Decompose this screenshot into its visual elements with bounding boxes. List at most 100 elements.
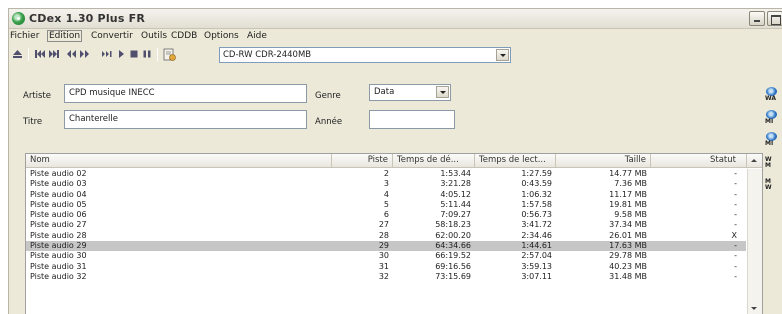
menu-outils[interactable]: Outils: [141, 31, 167, 41]
cell-piste: 4: [383, 189, 389, 199]
cell-temps-lecture: 3:59.13: [521, 261, 552, 271]
year-label: Année: [315, 117, 343, 127]
cell-piste: 2: [383, 169, 389, 178]
cell-temps-lecture: 1:57.58: [521, 199, 552, 209]
cell-statut: -: [734, 271, 737, 281]
cell-statut: X: [731, 230, 737, 240]
table-row[interactable]: Piste audio 04 4 4:05.12 1:06.32 11.17 MB -: [26, 190, 746, 200]
minimize-button[interactable]: [749, 11, 765, 26]
genre-label: Genre: [315, 91, 341, 101]
track-table[interactable]: Nom Piste Temps de dé... Temps de lect..…: [25, 153, 763, 314]
artist-label: Artiste: [23, 91, 51, 101]
mp3-wav-icon[interactable]: M W: [765, 178, 782, 199]
cell-taille: 19.81 MB: [609, 199, 647, 209]
cell-nom: Piste audio 31: [30, 261, 87, 271]
cell-statut: -: [734, 261, 737, 271]
cell-temps-debut: 1:53.44: [440, 169, 471, 178]
cell-taille: 14.77 MB: [609, 169, 647, 178]
menu-fichier[interactable]: Fichier: [10, 31, 39, 41]
table-row[interactable]: Piste audio 30 30 66:19.52 2:57.04 29.78 MB -: [26, 251, 746, 261]
wav-to-mp3-icon[interactable]: WA: [765, 87, 782, 107]
column-header-statut[interactable]: Statut: [651, 154, 747, 168]
side-toolbar: WA MI MI W M M W: [763, 87, 782, 247]
cdex-disc-icon: [12, 12, 25, 25]
cell-nom: Piste audio 28: [30, 230, 87, 240]
menu-cddb[interactable]: CDDB: [171, 31, 197, 41]
last-track-icon[interactable]: [48, 49, 60, 59]
cell-nom: Piste audio 04: [30, 189, 87, 199]
year-field[interactable]: [369, 110, 455, 129]
drive-select[interactable]: CD-RW CDR-2440MB: [219, 47, 511, 63]
wav-mp3-icon[interactable]: W M: [765, 156, 782, 177]
midi-icon[interactable]: MI: [765, 132, 782, 152]
scroll-down-button[interactable]: [748, 302, 761, 314]
table-row[interactable]: Piste audio 02 2 1:53.44 1:27.59 14.77 MB -: [26, 169, 746, 179]
cell-piste: 30: [378, 251, 389, 261]
cell-piste: 6: [383, 210, 389, 220]
cell-piste: 5: [383, 199, 389, 209]
cell-temps-lecture: 1:27.59: [521, 169, 552, 178]
table-row[interactable]: Piste audio 05 5 5:11.44 1:57.58 19.81 MB -: [26, 200, 746, 210]
cell-statut: -: [734, 199, 737, 209]
table-row[interactable]: Piste audio 32 32 73:15.69 3:07.11 31.48 MB -: [26, 272, 746, 282]
table-row[interactable]: Piste audio 29 29 64:34.66 1:44.61 17.63 MB -: [26, 241, 746, 252]
genre-value: Data: [374, 87, 395, 97]
menu-options[interactable]: Options: [204, 31, 239, 41]
column-header-piste[interactable]: Piste: [332, 154, 393, 168]
cell-statut: -: [734, 210, 737, 220]
cell-nom: Piste audio 32: [30, 271, 87, 281]
toolbar-separator: [28, 48, 29, 61]
vertical-scrollbar[interactable]: [747, 169, 762, 314]
cell-taille: 26.01 MB: [609, 230, 647, 240]
window-title: CDex 1.30 Plus FR: [29, 12, 145, 25]
stop-icon[interactable]: [129, 49, 139, 59]
menu-convertir[interactable]: Convertir: [91, 31, 133, 41]
cell-temps-debut: 66:19.52: [435, 251, 471, 261]
cell-statut: -: [734, 189, 737, 199]
table-row[interactable]: Piste audio 06 6 7:09.27 0:56.73 9.58 MB -: [26, 210, 746, 220]
table-row[interactable]: Piste audio 31 31 69:16.56 3:59.13 40.23 MB -: [26, 262, 746, 272]
table-row[interactable]: Piste audio 27 27 58:18.23 3:41.72 37.34 MB -: [26, 220, 746, 230]
menu-aide[interactable]: Aide: [247, 31, 267, 41]
fast-forward-icon[interactable]: [79, 49, 91, 59]
menu-bar: Fichier Edition Convertir Outils CDDB Op…: [9, 29, 782, 45]
next-track-icon[interactable]: [101, 49, 113, 59]
cell-piste: 31: [378, 261, 389, 271]
artist-value: CPD musique INECC: [69, 88, 155, 98]
first-track-icon[interactable]: [34, 49, 46, 59]
table-row[interactable]: Piste audio 28 28 62:00.20 2:34.46 26.01 MB X: [26, 231, 746, 241]
cell-nom: Piste audio 27: [30, 220, 87, 230]
menu-edition[interactable]: Edition: [46, 30, 83, 42]
chevron-down-icon[interactable]: [496, 49, 509, 61]
eject-icon[interactable]: [12, 49, 23, 59]
column-header-temps-lecture[interactable]: Temps de lect...: [475, 154, 556, 168]
maximize-button[interactable]: [767, 11, 782, 26]
table-row[interactable]: Piste audio 03 3 3:21.28 0:43.59 7.36 MB -: [26, 179, 746, 189]
cell-piste: 3: [383, 179, 389, 189]
title-value: Chanterelle: [69, 114, 118, 124]
cell-nom: Piste audio 03: [30, 179, 87, 189]
cddb-icon[interactable]: [163, 48, 176, 61]
scroll-up-button[interactable]: [747, 154, 762, 168]
genre-select[interactable]: Data: [369, 84, 451, 101]
cell-temps-lecture: 2:34.46: [521, 230, 552, 240]
pause-icon[interactable]: [142, 49, 152, 59]
rewind-icon[interactable]: [65, 49, 77, 59]
column-header-nom[interactable]: Nom: [26, 154, 332, 168]
cell-taille: 9.58 MB: [614, 210, 647, 220]
cell-taille: 40.23 MB: [609, 261, 647, 271]
column-header-temps-debut[interactable]: Temps de dé...: [393, 154, 475, 168]
cell-piste: 27: [378, 220, 389, 230]
cell-statut: -: [734, 169, 737, 178]
title-field[interactable]: Chanterelle: [64, 110, 307, 129]
play-icon[interactable]: [117, 49, 126, 59]
cell-temps-debut: 3:21.28: [440, 179, 471, 189]
track-rows: Piste audio 02 2 1:53.44 1:27.59 14.77 MB - Pi…: [26, 169, 746, 282]
cell-temps-lecture: 1:06.32: [521, 189, 552, 199]
chevron-down-icon[interactable]: [436, 86, 449, 98]
mp3-to-wav-icon[interactable]: MI: [765, 110, 782, 130]
column-header-taille[interactable]: Taille: [556, 154, 651, 168]
title-bar: CDex 1.30 Plus FR: [9, 9, 782, 29]
artist-field[interactable]: CPD musique INECC: [64, 84, 307, 103]
cell-taille: 17.63 MB: [609, 241, 647, 251]
